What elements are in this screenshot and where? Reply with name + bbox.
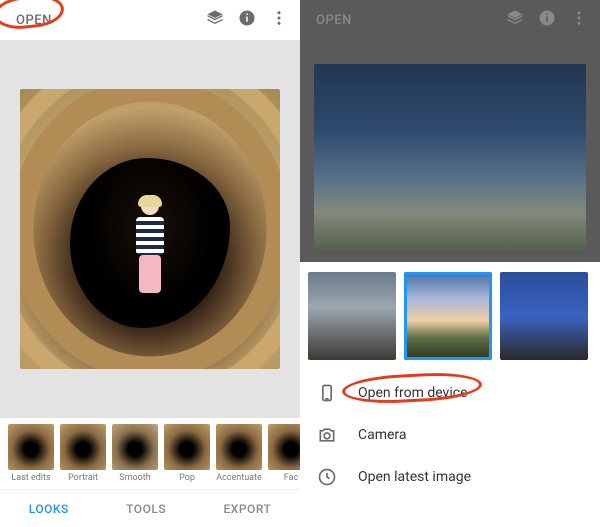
thumb-item[interactable] [500,272,588,360]
look-item[interactable]: Pop [164,424,210,483]
look-item[interactable]: Last edits [8,424,54,483]
more-icon [570,9,588,31]
editor-pane: OPEN Last edits Portrait Smooth Pop Acce… [0,0,300,527]
option-label: Open latest image [358,469,471,485]
look-item[interactable]: Smooth [112,424,158,483]
device-icon [316,382,338,404]
tab-export[interactable]: EXPORT [224,502,272,516]
open-sheet-pane: OPEN Open from device [300,0,600,527]
info-icon[interactable] [238,9,256,31]
looks-strip: Last edits Portrait Smooth Pop Accentuat… [0,418,300,483]
topbar-right: OPEN [300,0,600,40]
look-item[interactable]: Portrait [60,424,106,483]
camera-option[interactable]: Camera [300,414,600,456]
open-from-device[interactable]: Open from device [300,372,600,414]
recent-thumbs [300,262,600,368]
dimmed-background: OPEN [300,0,600,262]
thumb-item-selected[interactable] [404,272,492,360]
topbar-left: OPEN [0,0,300,40]
tab-looks[interactable]: LOOKS [29,502,69,516]
tab-tools[interactable]: TOOLS [126,502,166,516]
look-item[interactable]: Accentuate [216,424,262,483]
open-button-dimmed: OPEN [308,9,360,32]
bottom-tabs: LOOKS TOOLS EXPORT [0,489,300,527]
thumb-item[interactable] [308,272,396,360]
main-photo[interactable] [20,89,280,369]
clock-icon [316,466,338,488]
layers-icon [506,9,524,31]
option-label: Open from device [358,385,468,401]
info-icon [538,9,556,31]
camera-icon [316,424,338,446]
open-button[interactable]: OPEN [8,9,60,32]
open-latest-image[interactable]: Open latest image [300,456,600,498]
layers-icon[interactable] [206,9,224,31]
image-stage [0,40,300,418]
option-label: Camera [358,427,407,443]
preview-photo-dimmed [314,64,586,250]
open-bottom-sheet: Open from device Camera Open latest imag… [300,262,600,527]
look-item[interactable]: Fac [268,424,300,483]
more-icon[interactable] [270,9,288,31]
